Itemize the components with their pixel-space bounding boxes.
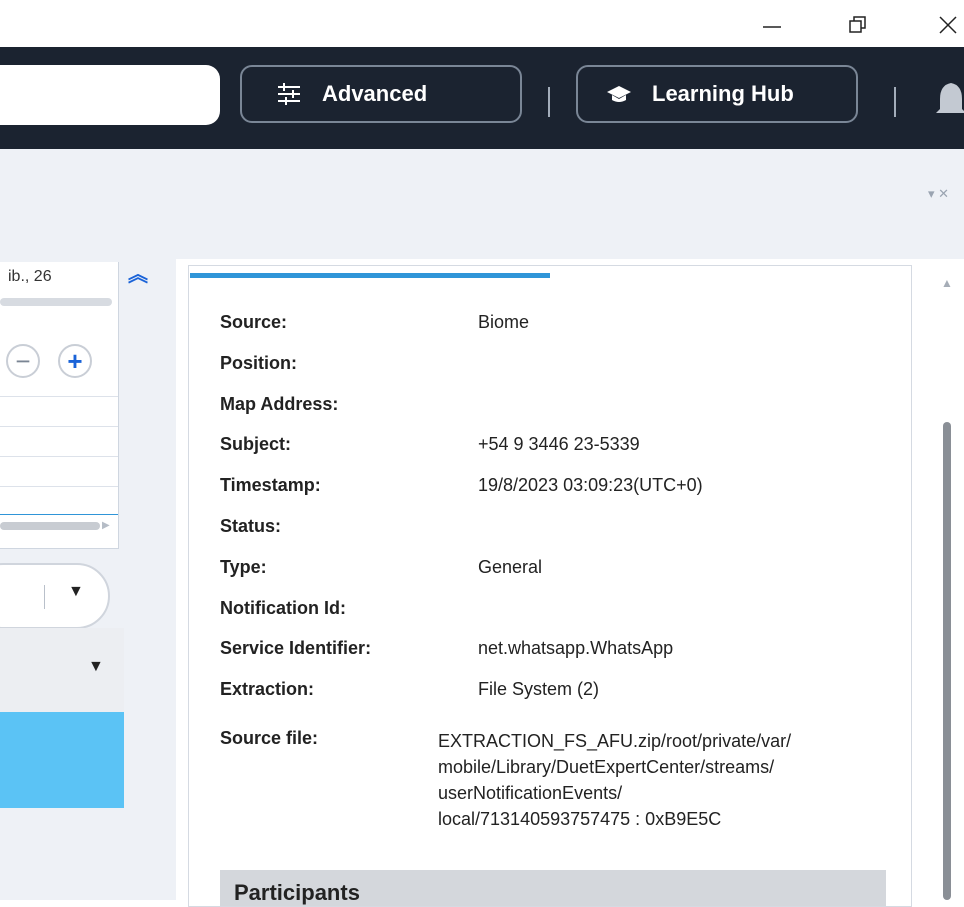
title-bar	[0, 0, 964, 47]
selected-row[interactable]	[0, 712, 124, 808]
close-icon	[939, 16, 957, 34]
grid-line	[0, 426, 118, 427]
field-value: Biome	[478, 312, 530, 332]
source-file-line: userNotificationEvents/	[438, 783, 623, 803]
toolbar-divider	[548, 87, 550, 117]
field-key: Source file:	[220, 728, 319, 748]
source-file-line: EXTRACTION_FS_AFU.zip/root/private/var/	[438, 731, 792, 751]
grid-line	[0, 456, 118, 457]
graduation-cap-icon	[606, 84, 632, 104]
toolbar-divider	[894, 87, 896, 117]
advanced-button[interactable]: Advanced	[240, 65, 522, 123]
field-key: Notification Id:	[220, 598, 346, 618]
scroll-right-icon[interactable]: ▶	[102, 520, 110, 531]
field-key: Position:	[220, 353, 297, 373]
minimize-button[interactable]	[752, 8, 792, 42]
field-key: Type:	[220, 557, 267, 577]
scroll-thumb[interactable]	[943, 422, 951, 900]
field-key: Timestamp:	[220, 475, 321, 495]
dropdown-divider	[44, 585, 45, 609]
grid-line	[0, 514, 118, 515]
participants-label: Participants	[234, 880, 360, 905]
filter-dropdown[interactable]: ▼	[0, 563, 110, 629]
source-file-value: EXTRACTION_FS_AFU.zip/root/private/var/ …	[438, 728, 791, 832]
collapse-up-icon[interactable]: ︽	[128, 265, 148, 285]
grid-line	[0, 486, 118, 487]
field-value: net.whatsapp.WhatsApp	[478, 638, 674, 658]
field-key: Status:	[220, 516, 282, 536]
field-value: General	[478, 557, 543, 577]
scroll-up-icon[interactable]: ▲	[941, 276, 953, 290]
column-dropdown[interactable]: ▼	[0, 628, 124, 713]
top-toolbar: Advanced Learning Hub	[0, 47, 964, 149]
close-button[interactable]	[928, 8, 964, 42]
zoom-out-button[interactable]: −	[6, 344, 40, 378]
field-key: Subject:	[220, 434, 292, 454]
learning-hub-label: Learning Hub	[652, 81, 794, 106]
field-value: +54 9 3446 23-5339	[478, 434, 640, 454]
restore-icon	[849, 16, 866, 33]
source-file-line: mobile/Library/DuetExpertCenter/streams/	[438, 757, 775, 777]
horizontal-scrollbar[interactable]: ▶	[0, 520, 112, 532]
search-input[interactable]	[0, 65, 220, 125]
zoom-in-button[interactable]: +	[58, 344, 92, 378]
timeline-widget: ib., 26 − + ▶	[0, 262, 119, 549]
dropdown-caret-icon: ▼	[68, 583, 84, 600]
grid-line	[0, 396, 118, 397]
ribbon-area	[0, 149, 964, 259]
field-value: File System (2)	[478, 679, 600, 699]
vertical-scrollbar[interactable]: ▲	[929, 262, 964, 900]
timeline-scrollbar[interactable]	[0, 298, 112, 306]
field-value: 19/8/2023 03:09:23(UTC+0)	[478, 475, 703, 495]
minimize-icon	[763, 26, 781, 28]
field-key: Extraction:	[220, 679, 315, 699]
dropdown-caret-icon: ▼	[88, 658, 104, 675]
field-key: Service Identifier:	[220, 638, 372, 658]
bell-icon[interactable]	[936, 79, 964, 124]
sliders-icon	[276, 82, 302, 106]
source-file-line: local/713140593757475 : 0xB9E5C	[438, 809, 722, 829]
ribbon-options-icon[interactable]: ▾ ✕	[928, 186, 949, 202]
learning-hub-button[interactable]: Learning Hub	[576, 65, 858, 123]
scroll-thumb[interactable]	[0, 522, 100, 530]
loading-strip	[190, 273, 550, 278]
restore-button[interactable]	[838, 8, 878, 42]
timeline-date: ib., 26	[8, 268, 52, 285]
field-key: Source:	[220, 312, 288, 332]
advanced-label: Advanced	[322, 81, 428, 106]
participants-header[interactable]: Participants	[220, 870, 886, 906]
field-key: Map Address:	[220, 394, 339, 414]
